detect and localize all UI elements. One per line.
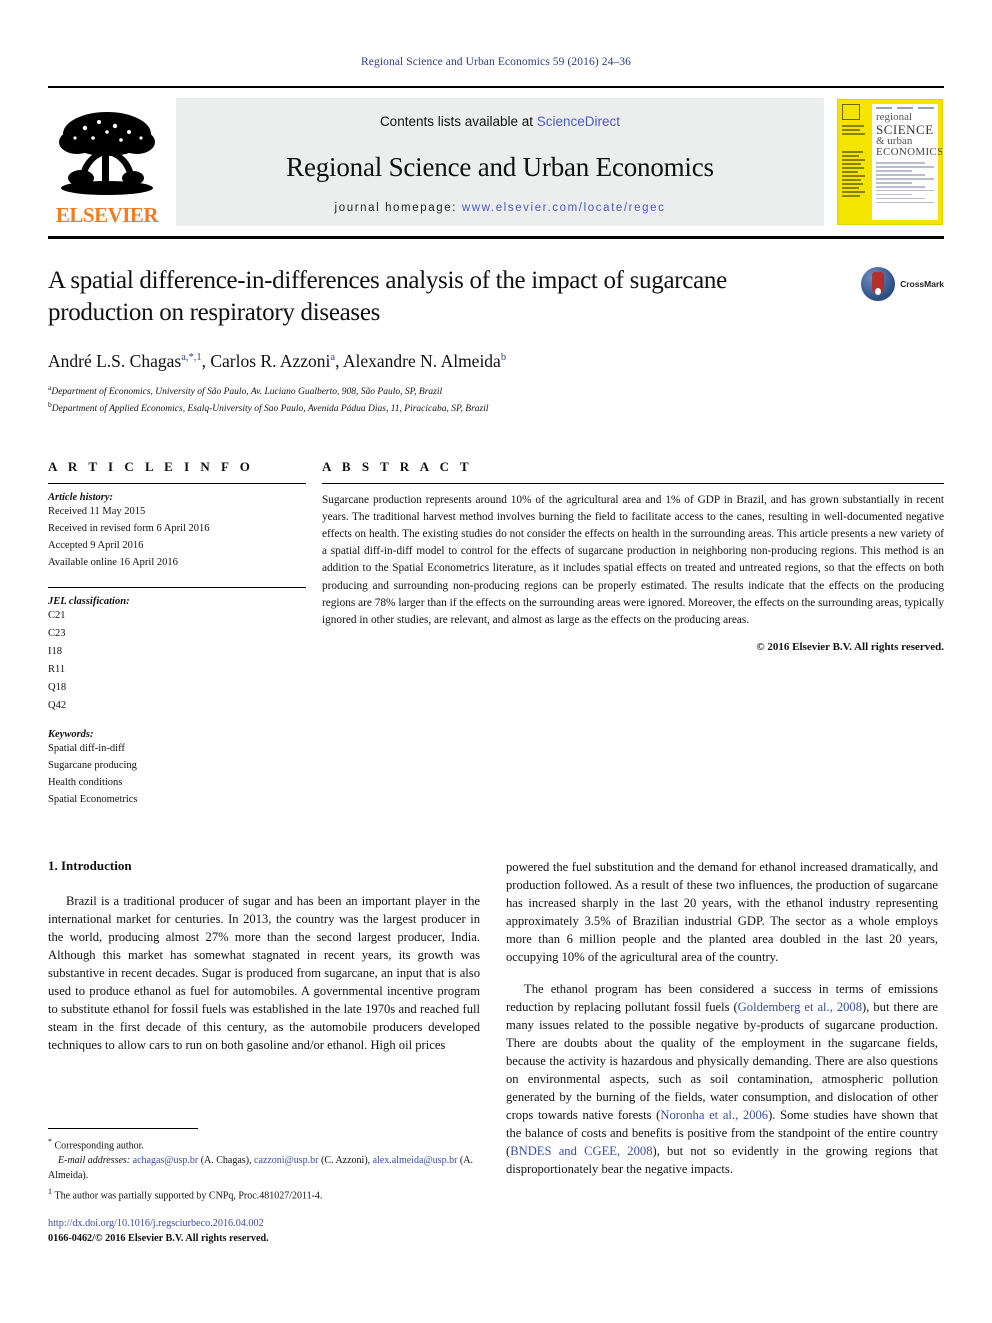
- footnote-text: The author was partially supported by CN…: [54, 1190, 323, 1202]
- section-heading-introduction: 1. Introduction: [48, 858, 132, 874]
- crossmark-label: CrossMark: [900, 279, 944, 289]
- email-owner: (A. Chagas),: [198, 1155, 255, 1167]
- author-name: André L.S. Chagas: [48, 351, 182, 371]
- jel-code: Q42: [48, 700, 67, 712]
- jel-code: Q18: [48, 682, 67, 693]
- keyword: Spatial Econometrics: [48, 794, 138, 806]
- homepage-url[interactable]: www.elsevier.com/locate/regec: [462, 202, 666, 214]
- issn-copyright: 0166-0462/© 2016 Elsevier B.V. All right…: [48, 1233, 269, 1245]
- journal-cover-thumbnail: regional SCIENCE & urban ECONOMICS: [836, 98, 944, 226]
- jel-code: R11: [48, 663, 66, 675]
- elsevier-logo: ELSEVIER: [48, 98, 166, 226]
- journal-title: Regional Science and Urban Economics: [286, 152, 714, 182]
- asterisk-icon: *: [48, 1137, 52, 1146]
- journal-header: ELSEVIER Contents lists available at Sci…: [48, 86, 944, 226]
- footnote-note-1: 1 The author was partially supported by …: [48, 1186, 480, 1203]
- sciencedirect-link[interactable]: ScienceDirect: [537, 114, 620, 129]
- history-item: Received 11 May 2015: [48, 505, 146, 517]
- jel-code: C21: [48, 609, 66, 621]
- article-page: Regional Science and Urban Economics 59 …: [0, 0, 992, 1323]
- paragraph: powered the fuel substitution and the de…: [506, 860, 938, 965]
- affiliation-item: aDepartment of Economics, University of …: [48, 382, 944, 399]
- author-sup: b: [500, 352, 507, 364]
- running-head: Regional Science and Urban Economics 59 …: [361, 56, 631, 68]
- keyword: Sugarcane producing: [48, 760, 137, 772]
- body-column-right: powered the fuel substitution and the de…: [506, 858, 938, 1178]
- abstract-heading: A B S T R A C T: [322, 458, 473, 474]
- email-link[interactable]: alex.almeida@usp.br: [373, 1155, 458, 1166]
- affiliation-text: Department of Applied Economics, Esalq-U…: [51, 404, 489, 415]
- journal-banner: Contents lists available at ScienceDirec…: [176, 98, 824, 226]
- author-list: André L.S. Chagasa,*,1, Carlos R. Azzoni…: [48, 351, 944, 372]
- affiliation-text: Department of Economics, University of S…: [51, 387, 443, 398]
- footnotes: * Corresponding author. E-mail addresses…: [48, 1128, 480, 1204]
- homepage-label: journal homepage:: [334, 202, 458, 214]
- contents-line: Contents lists available at ScienceDirec…: [380, 114, 620, 129]
- paragraph: Brazil is a traditional producer of suga…: [48, 894, 480, 1053]
- footnote-rule: [48, 1128, 198, 1129]
- article-info-heading: A R T I C L E I N F O: [48, 458, 254, 474]
- info-abstract-section: A R T I C L E I N F O Article history: R…: [48, 459, 944, 808]
- email-owner: (C. Azzoni),: [318, 1155, 373, 1167]
- header-bottom-rule: [48, 236, 944, 239]
- abstract-text: Sugarcane production represents around 1…: [322, 493, 944, 626]
- corresponding-text: Corresponding author.: [54, 1140, 144, 1152]
- citation-link[interactable]: BNDES and CGEE, 2008: [510, 1144, 652, 1158]
- abstract-column: A B S T R A C T Sugarcane production rep…: [322, 459, 944, 808]
- history-item: Received in revised form 6 April 2016: [48, 522, 210, 534]
- jel-code: I18: [48, 645, 62, 657]
- keyword: Spatial diff-in-diff: [48, 743, 125, 755]
- author-sup: a,*,1: [181, 352, 202, 364]
- page-title: A spatial difference-in-differences anal…: [48, 267, 727, 326]
- keywords-label: Keywords:: [48, 729, 94, 741]
- author-sep: ,: [335, 351, 343, 371]
- history-item: Available online 16 April 2016: [48, 556, 178, 568]
- footnote-corresponding: * Corresponding author.: [48, 1136, 480, 1153]
- jel-label: JEL classification:: [48, 595, 130, 607]
- article-info-column: A R T I C L E I N F O Article history: R…: [48, 459, 306, 808]
- author-name: Carlos R. Azzoni: [210, 351, 331, 371]
- elsevier-tree-icon: [59, 112, 155, 195]
- crossmark-icon: [861, 267, 896, 301]
- citation-link[interactable]: Noronha et al., 2006: [660, 1108, 768, 1122]
- footnote-mark: 1: [48, 1187, 52, 1197]
- jel-code: C23: [48, 627, 66, 639]
- email-label: E-mail addresses:: [58, 1155, 131, 1167]
- email-link[interactable]: achagas@usp.br: [133, 1155, 199, 1166]
- affiliation-item: bDepartment of Applied Economics, Esalq-…: [48, 399, 944, 416]
- crossmark-badge[interactable]: CrossMark: [861, 267, 944, 301]
- doi-link[interactable]: http://dx.doi.org/10.1016/j.regsciurbeco…: [48, 1216, 568, 1231]
- paragraph: The ethanol program has been considered …: [506, 980, 938, 1178]
- citation-link[interactable]: Goldemberg et al., 2008: [738, 1000, 862, 1014]
- journal-homepage-line: journal homepage: www.elsevier.com/locat…: [335, 202, 666, 214]
- author-name: Alexandre N. Almeida: [342, 351, 501, 371]
- elsevier-wordmark: ELSEVIER: [55, 203, 159, 227]
- keyword: Health conditions: [48, 777, 123, 789]
- page-footer: http://dx.doi.org/10.1016/j.regsciurbeco…: [48, 1216, 568, 1247]
- footnote-emails: E-mail addresses: achagas@usp.br (A. Cha…: [48, 1153, 480, 1183]
- email-link[interactable]: cazzoni@usp.br: [254, 1155, 318, 1166]
- cover-title-line4: ECONOMICS: [876, 146, 943, 158]
- article-history-label: Article history:: [48, 491, 114, 503]
- abstract-copyright: © 2016 Elsevier B.V. All rights reserved…: [756, 641, 944, 654]
- affiliation-list: aDepartment of Economics, University of …: [48, 382, 944, 417]
- history-item: Accepted 9 April 2016: [48, 539, 144, 551]
- contents-prefix: Contents lists available at: [379, 114, 537, 129]
- title-block: A spatial difference-in-differences anal…: [48, 265, 944, 417]
- paragraph-text: ), but there are many issues related to …: [506, 1000, 938, 1123]
